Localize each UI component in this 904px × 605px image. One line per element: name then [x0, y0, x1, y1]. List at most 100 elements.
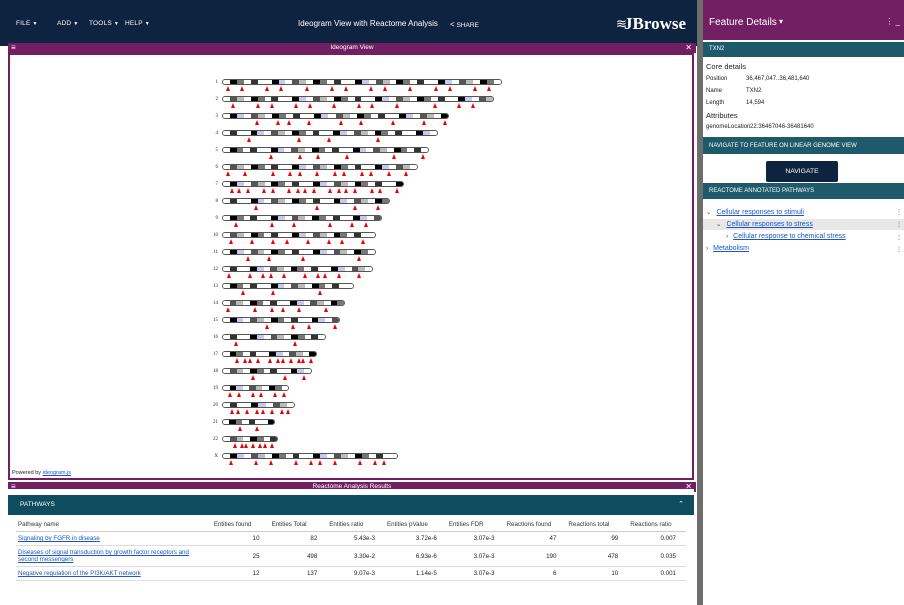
feature-marker-icon[interactable] [329, 86, 334, 91]
feature-marker-icon[interactable] [357, 273, 362, 278]
feature-marker-icon[interactable] [254, 409, 259, 414]
feature-marker-icon[interactable] [243, 358, 248, 363]
feature-marker-icon[interactable] [268, 273, 273, 278]
feature-marker-icon[interactable] [279, 86, 284, 91]
col-entities-found[interactable]: Entities found [211, 518, 270, 532]
feature-marker-icon[interactable] [259, 392, 264, 397]
navigate-button[interactable]: NAVIGATE [766, 161, 838, 182]
feature-marker-icon[interactable] [324, 307, 329, 312]
feature-marker-icon[interactable] [269, 154, 274, 159]
feature-marker-icon[interactable] [276, 358, 281, 363]
feature-marker-icon[interactable] [420, 154, 425, 159]
feature-marker-icon[interactable] [303, 188, 308, 193]
feature-marker-icon[interactable] [243, 171, 248, 176]
feature-marker-icon[interactable] [226, 86, 230, 91]
pathway-link-text[interactable]: Negative regulation of the PI3K/AKT netw… [18, 570, 141, 577]
feature-marker-icon[interactable] [269, 222, 274, 227]
feature-marker-icon[interactable] [432, 103, 437, 108]
feature-marker-icon[interactable] [236, 188, 241, 193]
feature-marker-icon[interactable] [302, 375, 307, 380]
feature-marker-icon[interactable] [344, 154, 349, 159]
feature-marker-icon[interactable] [332, 103, 337, 108]
chromosome-17[interactable]: 17 [10, 351, 690, 366]
menu-tools[interactable]: TOOLS ▼ [89, 20, 119, 27]
feature-marker-icon[interactable] [269, 443, 274, 448]
feature-marker-icon[interactable] [357, 460, 362, 465]
tree-item-cellular-responses-to-stimuli[interactable]: ⌄ Cellular responses to stimuli [706, 208, 804, 216]
chromosome-9[interactable]: 9 [10, 215, 690, 230]
chromosome-12[interactable]: 12 [10, 266, 690, 281]
feature-marker-icon[interactable] [369, 188, 374, 193]
chromosome-14[interactable]: 14 [10, 300, 690, 315]
caret-down-icon[interactable]: ▾ [779, 17, 783, 26]
feature-marker-icon[interactable] [383, 86, 388, 91]
col-entities-fdr[interactable]: Entities FDR [446, 518, 505, 532]
feature-marker-icon[interactable] [291, 222, 296, 227]
chromosome-7[interactable]: 7 [10, 181, 690, 196]
tree-label[interactable]: Cellular response to chemical stress [733, 233, 845, 240]
feature-marker-icon[interactable] [296, 137, 301, 142]
feature-marker-icon[interactable] [312, 188, 317, 193]
chromosome-1[interactable]: 1 [10, 79, 690, 94]
feature-marker-icon[interactable] [323, 273, 328, 278]
feature-marker-icon[interactable] [261, 188, 266, 193]
feature-marker-icon[interactable] [290, 324, 295, 329]
feature-marker-icon[interactable] [230, 409, 235, 414]
feature-marker-icon[interactable] [293, 341, 298, 346]
chromosome-20[interactable]: 20 [10, 402, 690, 417]
feature-marker-icon[interactable] [255, 103, 260, 108]
feature-marker-icon[interactable] [231, 103, 236, 108]
chromosome-10[interactable]: 10 [10, 232, 690, 247]
feature-marker-icon[interactable] [260, 409, 265, 414]
feature-marker-icon[interactable] [316, 154, 321, 159]
feature-marker-icon[interactable] [433, 86, 438, 91]
feature-marker-icon[interactable] [247, 358, 252, 363]
pathways-accordion[interactable]: PATHWAYS ⌃ [8, 495, 694, 515]
feature-marker-icon[interactable] [251, 443, 256, 448]
feature-marker-icon[interactable] [250, 239, 255, 244]
chromosome-15[interactable]: 15 [10, 317, 690, 332]
feature-marker-icon[interactable] [241, 290, 246, 295]
feature-marker-icon[interactable] [226, 307, 230, 312]
feature-marker-icon[interactable] [370, 103, 375, 108]
feature-marker-icon[interactable] [302, 273, 307, 278]
feature-marker-icon[interactable] [326, 137, 331, 142]
feature-marker-icon[interactable] [359, 120, 364, 125]
feature-marker-icon[interactable] [285, 409, 290, 414]
menu-file[interactable]: FILE ▼ [16, 20, 38, 27]
feature-marker-icon[interactable] [296, 358, 301, 363]
feature-marker-icon[interactable] [386, 171, 391, 176]
feature-marker-icon[interactable] [284, 239, 289, 244]
feature-marker-icon[interactable] [301, 358, 306, 363]
feature-marker-icon[interactable] [282, 375, 287, 380]
tree-item-cellular-response-to-chemical-stress[interactable]: › Cellular response to chemical stress [726, 233, 846, 240]
feature-marker-icon[interactable] [309, 460, 314, 465]
feature-marker-icon[interactable] [258, 443, 263, 448]
feature-marker-icon[interactable] [233, 222, 238, 227]
feature-marker-icon[interactable] [229, 188, 234, 193]
share-button[interactable]: < SHARE [450, 20, 479, 29]
chromosome-4[interactable]: 4 [10, 130, 690, 145]
feature-marker-icon[interactable] [294, 103, 299, 108]
feature-marker-icon[interactable] [336, 273, 341, 278]
feature-marker-icon[interactable] [265, 86, 270, 91]
feature-marker-icon[interactable] [245, 409, 250, 414]
more-vert-icon[interactable]: ⋮ [896, 209, 902, 216]
feature-marker-icon[interactable] [254, 205, 259, 210]
feature-marker-icon[interactable] [271, 239, 276, 244]
feature-marker-icon[interactable] [394, 103, 399, 108]
feature-marker-icon[interactable] [280, 358, 285, 363]
feature-marker-icon[interactable] [376, 137, 381, 142]
feature-marker-icon[interactable] [457, 103, 462, 108]
feature-marker-icon[interactable] [309, 358, 314, 363]
feature-marker-icon[interactable] [301, 256, 306, 261]
feature-marker-icon[interactable] [333, 460, 338, 465]
pathway-link[interactable]: Diseases of signal transduction by growt… [16, 545, 212, 567]
feature-marker-icon[interactable] [248, 273, 253, 278]
feature-marker-icon[interactable] [239, 443, 244, 448]
feature-marker-icon[interactable] [264, 324, 269, 329]
feature-marker-icon[interactable] [307, 103, 312, 108]
feature-marker-icon[interactable] [328, 188, 333, 193]
pathway-link-text[interactable]: Diseases of signal transduction by growt… [18, 549, 189, 563]
feature-marker-icon[interactable] [315, 273, 320, 278]
